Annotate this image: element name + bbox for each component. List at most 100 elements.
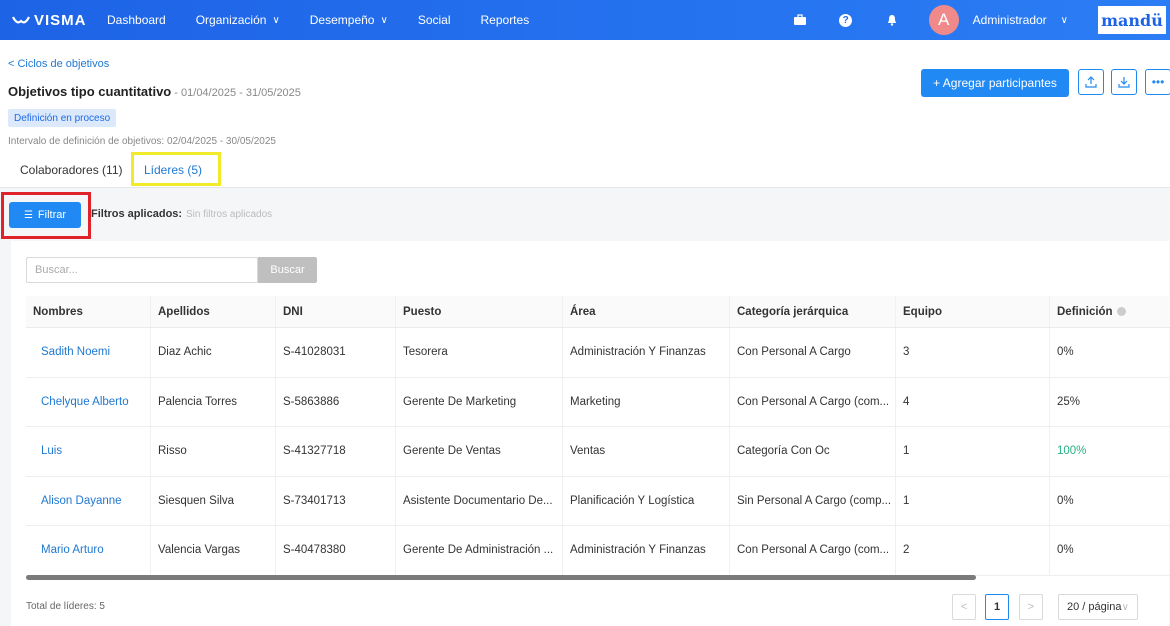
search-input[interactable]: [26, 257, 258, 283]
definition-value: 0%: [1057, 544, 1074, 557]
table-cell: 1: [896, 427, 1050, 476]
table-cell: 1: [896, 476, 1050, 525]
page-title: Objetivos tipo cuantitativo - 01/04/2025…: [8, 84, 301, 99]
column-header-label: Definición: [1057, 305, 1113, 318]
table-cell: S-5863886: [276, 377, 396, 426]
table-cell: Gerente De Ventas: [396, 427, 563, 476]
definition-value: 25%: [1057, 395, 1081, 408]
page-size-select[interactable]: 20 / página ∨: [1058, 594, 1138, 620]
table-cell: Risso: [151, 427, 276, 476]
question-mark-icon: ?: [839, 13, 853, 27]
tab-lideres[interactable]: Líderes (5): [144, 163, 202, 177]
column-header-definicion[interactable]: Definición: [1050, 296, 1170, 327]
bell-icon[interactable]: [883, 11, 901, 29]
horizontal-scrollbar[interactable]: [26, 575, 976, 580]
column-header[interactable]: Equipo: [896, 296, 1050, 327]
employee-name-link[interactable]: Mario Arturo: [26, 526, 151, 575]
mandu-brand-logo: mandü: [1098, 6, 1166, 34]
column-header[interactable]: Nombres: [26, 296, 151, 327]
prev-page-button[interactable]: <: [952, 594, 976, 620]
page-number-button[interactable]: 1: [985, 594, 1009, 620]
nav-dashboard-label: Dashboard: [107, 13, 166, 27]
tab-colaboradores[interactable]: Colaboradores (11): [20, 163, 123, 177]
nav-desempeno[interactable]: Desempeño ∨: [310, 13, 388, 27]
applied-filters-label: Filtros aplicados:: [91, 208, 183, 220]
employee-name-link[interactable]: Luis: [26, 427, 151, 476]
page-size-value: 20 / página: [1067, 601, 1122, 613]
chevron-right-icon: >: [1027, 601, 1035, 613]
top-navbar: VISMA Dashboard Organización ∨ Desempeño ∨…: [0, 0, 1170, 40]
table-row: Chelyque Alberto Palencia Torres S-58638…: [26, 377, 1170, 427]
table-cell: S-41028031: [276, 328, 396, 377]
applied-filters-value: Sin filtros aplicados: [186, 209, 273, 220]
nav-reportes[interactable]: Reportes: [481, 13, 530, 27]
column-header[interactable]: Categoría jerárquica: [730, 296, 896, 327]
table-cell: Valencia Vargas: [151, 526, 276, 575]
chevron-down-icon: ∨: [272, 14, 280, 26]
table-cell: 4: [896, 377, 1050, 426]
avatar: A: [928, 5, 959, 35]
column-header[interactable]: Apellidos: [151, 296, 276, 327]
column-header[interactable]: Puesto: [396, 296, 563, 327]
download-icon[interactable]: [1111, 69, 1137, 95]
visma-logo-icon: [12, 12, 30, 28]
chevron-down-icon: ∨: [1060, 14, 1068, 26]
table-cell: 2: [896, 526, 1050, 575]
nav-organizacion-label: Organización: [195, 13, 267, 27]
filter-icon: ☰: [23, 209, 33, 221]
table-cell: Administración Y Finanzas: [563, 328, 730, 377]
briefcase-icon[interactable]: [791, 11, 809, 29]
table-cell: Sin Personal A Cargo (comp...: [730, 476, 896, 525]
definition-value: 0%: [1057, 346, 1074, 359]
user-menu[interactable]: A Administrador ∨: [928, 5, 1068, 35]
info-icon[interactable]: [1116, 307, 1126, 316]
table-cell: Tesorera: [396, 328, 563, 377]
table-cell: Administración Y Finanzas: [563, 526, 730, 575]
table-row: Luis Risso S-41327718 Gerente De Ventas …: [26, 427, 1170, 477]
table-cell: Categoría Con Oc: [730, 427, 896, 476]
more-options-icon[interactable]: •••: [1145, 69, 1170, 95]
employee-name-link[interactable]: Sadith Noemi: [26, 328, 151, 377]
table-cell: Palencia Torres: [151, 377, 276, 426]
leaders-table: Nombres Apellidos DNI Puesto Área Catego…: [26, 296, 1170, 576]
cycle-dates: - 01/04/2025 - 31/05/2025: [171, 87, 301, 99]
definition-value: 100%: [1057, 445, 1087, 458]
table-cell: Asistente Documentario De...: [396, 476, 563, 525]
nav-right: ? A Administrador ∨ mandü: [791, 0, 1170, 40]
table-header: Nombres Apellidos DNI Puesto Área Catego…: [26, 296, 1170, 328]
definition-value: 0%: [1057, 494, 1074, 507]
table-cell: S-40478380: [276, 526, 396, 575]
table-cell: S-41327718: [276, 427, 396, 476]
help-icon[interactable]: ?: [837, 11, 855, 29]
column-header[interactable]: Área: [563, 296, 730, 327]
table-cell: Diaz Achic: [151, 328, 276, 377]
search-button[interactable]: Buscar: [258, 257, 317, 283]
table-cell: Ventas: [563, 427, 730, 476]
table-cell: Gerente De Marketing: [396, 377, 563, 426]
table-cell: Planificación Y Logística: [563, 476, 730, 525]
nav-social[interactable]: Social: [418, 13, 451, 27]
table-cell: Con Personal A Cargo (com...: [730, 377, 896, 426]
table-cell: Siesquen Silva: [151, 476, 276, 525]
nav-organizacion[interactable]: Organización ∨: [196, 13, 280, 27]
upload-icon[interactable]: [1078, 69, 1104, 95]
column-header[interactable]: DNI: [276, 296, 396, 327]
page-header: < Ciclos de objetivos Objetivos tipo cua…: [0, 40, 1170, 188]
back-link[interactable]: < Ciclos de objetivos: [8, 58, 109, 70]
definition-interval: Intervalo de definición de objetivos: 02…: [8, 136, 276, 147]
chevron-left-icon: <: [960, 601, 968, 613]
user-name: Administrador: [972, 13, 1047, 27]
employee-name-link[interactable]: Alison Dayanne: [26, 476, 151, 525]
filter-button-label: Filtrar: [37, 209, 67, 221]
add-participants-button[interactable]: + Agregar participantes: [921, 69, 1069, 97]
nav-dashboard[interactable]: Dashboard: [107, 13, 166, 27]
visma-logo[interactable]: VISMA: [12, 12, 92, 29]
cycle-title: Objetivos tipo cuantitativo: [8, 84, 172, 99]
chevron-down-icon: ∨: [380, 14, 388, 26]
table-cell: Con Personal A Cargo (com...: [730, 526, 896, 575]
table-row: Mario Arturo Valencia Vargas S-40478380 …: [26, 526, 1170, 576]
total-leaders: Total de líderes: 5: [26, 601, 105, 612]
employee-name-link[interactable]: Chelyque Alberto: [26, 377, 151, 426]
next-page-button[interactable]: >: [1019, 594, 1043, 620]
filter-button[interactable]: ☰ Filtrar: [9, 202, 81, 228]
